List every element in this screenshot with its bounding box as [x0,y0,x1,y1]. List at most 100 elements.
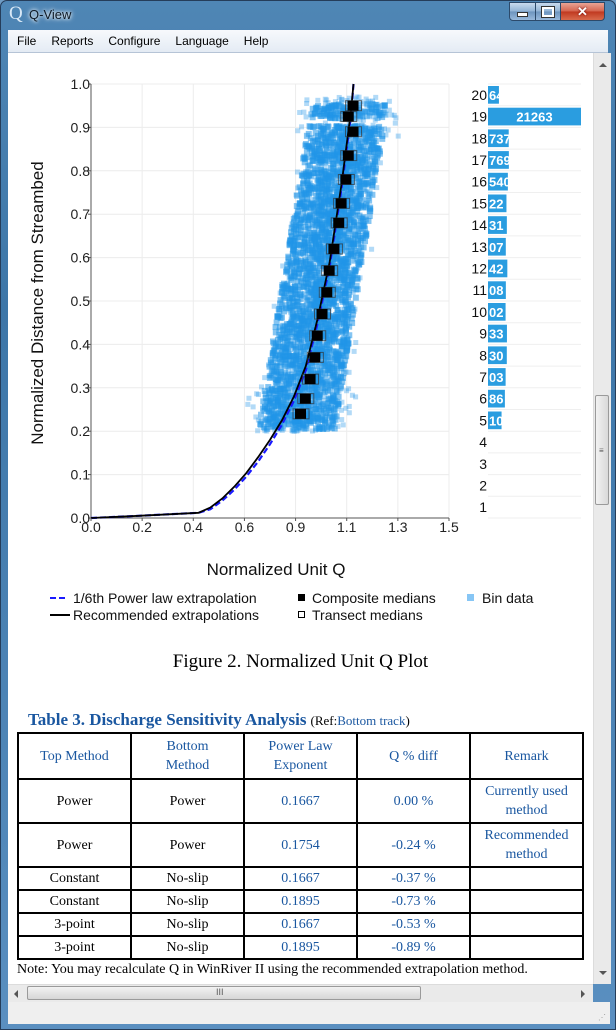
bin-data-point [346,386,352,392]
scroll-right-arrow-icon[interactable] [581,990,585,998]
close-button[interactable]: ✕ [560,2,605,21]
composite-median-marker [309,352,321,363]
bin-data-point [349,311,356,318]
bin-data-point [325,158,332,165]
vertical-scrollbar[interactable]: ≡ [593,53,611,984]
legend-filled-square-icon [298,594,305,601]
minimize-button[interactable] [509,2,536,21]
table-title-text: Table 3. Discharge Sensitivity Analysis [28,710,307,729]
histogram-bar-label: 769 [489,153,511,168]
bin-data-point [392,120,398,126]
composite-median-marker [323,265,335,276]
bin-data-point [363,113,370,120]
cell-bottom-method: No-slip [130,889,245,914]
close-icon: ✕ [577,3,588,19]
bin-data-point [282,282,289,289]
histogram-bar-label: 33 [489,327,503,342]
scroll-up-arrow-icon[interactable] [599,63,607,67]
scroll-down-arrow-icon[interactable] [599,971,607,975]
composite-median-marker [321,287,333,298]
cell-top-method: 3-point [17,935,132,960]
bin-data-point [275,391,282,398]
bin-data-point [327,194,334,201]
bin-data-point [360,235,367,242]
cell-exponent: 0.1667 [243,778,358,824]
bin-data-point [372,167,379,174]
resize-grip-icon[interactable]: ⋰ [598,1013,606,1022]
bin-data-point [376,148,383,155]
horizontal-scroll-thumb[interactable]: III [27,986,421,1000]
bin-data-point [339,256,346,263]
bin-data-point [352,294,359,301]
bin-data-point [297,109,303,115]
bin-data-point [262,375,268,381]
bin-data-point [353,286,360,293]
bin-data-point [295,298,302,305]
app-logo-icon: Q [9,3,23,24]
bin-data-point [319,387,326,394]
histogram-bin-label: 16 [471,174,487,190]
bin-data-point [368,129,375,136]
grip-icon: ≡ [599,446,604,455]
histogram-bar-label: 08 [489,283,503,298]
bin-data-point [328,381,335,388]
bin-data-point [298,191,305,198]
bin-data-point [347,251,354,258]
maximize-button[interactable] [535,2,561,21]
header-top-method: Top Method [17,732,132,780]
x-tick-label: 1.3 [388,519,408,535]
bin-data-point [294,260,301,267]
bin-data-point [346,403,352,409]
bin-data-point [318,207,325,214]
bin-data-point [329,354,336,361]
bin-data-point [314,370,321,377]
vertical-scroll-thumb[interactable]: ≡ [595,395,609,505]
bin-data-point [305,321,312,328]
cell-q-diff: -0.24 % [356,822,471,868]
bin-data-point [316,269,323,276]
menu-reports[interactable]: Reports [44,34,100,48]
bin-data-point [346,410,352,416]
composite-median-marker [304,374,316,385]
bin-data-point [287,273,294,280]
menu-file[interactable]: File [8,34,43,48]
menu-help[interactable]: Help [237,34,276,48]
x-tick-label: 0.2 [132,519,152,535]
bin-data-point [250,404,256,410]
bin-data-point [283,267,290,274]
bin-data-point [306,204,313,211]
bin-data-point [336,338,343,345]
table-row: Constant No-slip 0.1667 -0.37 % [17,866,584,891]
bin-data-point [318,415,325,422]
bin-data-point [313,222,320,229]
menu-configure[interactable]: Configure [101,34,167,48]
header-bottom-method: Bottom Method [130,732,245,780]
composite-median-marker [295,408,307,419]
y-tick-label: 0.0 [71,510,91,526]
bin-data-point [292,357,299,364]
bin-data-point [289,295,296,302]
menu-language[interactable]: Language [168,34,235,48]
bin-data-point [288,233,295,240]
histogram-bin-label: 11 [472,282,487,298]
bin-data-point [302,141,309,148]
bin-data-point [358,251,365,258]
title-bar[interactable]: Q Q-View ✕ [1,1,615,29]
bin-data-point [330,301,337,308]
histogram-bin-label: 7 [479,369,487,385]
bin-data-point [295,229,302,236]
scroll-left-arrow-icon[interactable] [14,990,18,998]
bin-data-point [342,314,349,321]
bin-data-point [311,384,318,391]
bin-data-point [264,425,271,432]
table-ref-value: Bottom track [337,713,406,728]
bin-data-point [292,283,299,290]
bin-data-point [307,302,314,309]
bin-data-point [349,277,356,284]
horizontal-scrollbar[interactable]: III [8,984,593,1002]
header-power-law-exponent: Power Law Exponent [243,732,358,780]
y-tick-label: 0.3 [71,380,91,396]
legend-open-square-icon [298,611,305,618]
bin-data-point [290,313,297,320]
bin-data-point [395,133,401,139]
